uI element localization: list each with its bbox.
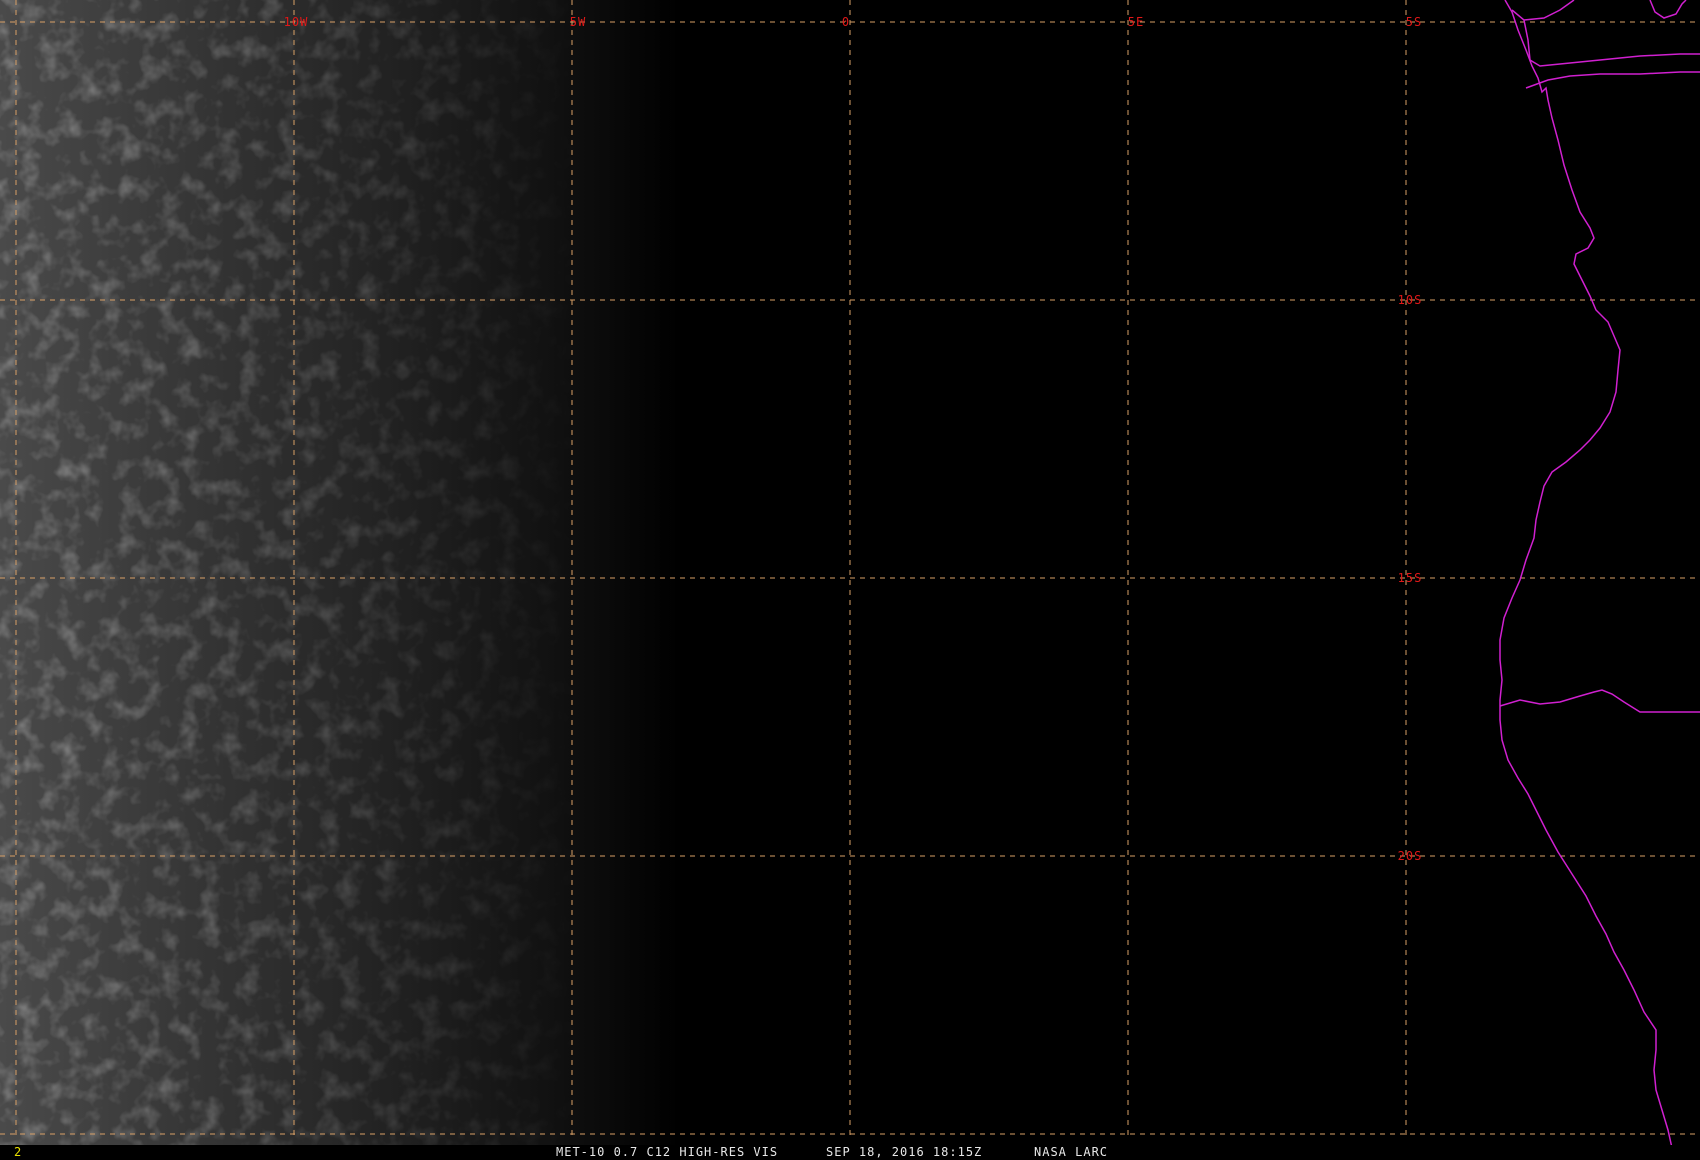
lon-label-0: 0 — [842, 15, 850, 29]
status-bar: 2 MET-10 0.7 C12 HIGH-RES VIS SEP 18, 20… — [0, 1145, 1700, 1160]
lat-label-15s: 15S — [1398, 571, 1423, 585]
lon-label-5e: 5E — [1128, 15, 1144, 29]
datetime-label: SEP 18, 2016 18:15Z — [826, 1145, 983, 1159]
lon-label-10w: 10W — [284, 15, 309, 29]
product-label: MET-10 0.7 C12 HIGH-RES VIS — [556, 1145, 779, 1159]
frame-number: 2 — [14, 1145, 23, 1159]
lon-label-5w: 5W — [570, 15, 586, 29]
lat-label-20s: 20S — [1398, 849, 1423, 863]
satellite-image-view: 10W 5W 0 5E 5S 10S 15S 20S — [0, 0, 1700, 1160]
lat-label-10s: 10S — [1398, 293, 1423, 307]
lat-label-5s: 5S — [1406, 15, 1422, 29]
source-label: NASA LARC — [1034, 1145, 1109, 1159]
